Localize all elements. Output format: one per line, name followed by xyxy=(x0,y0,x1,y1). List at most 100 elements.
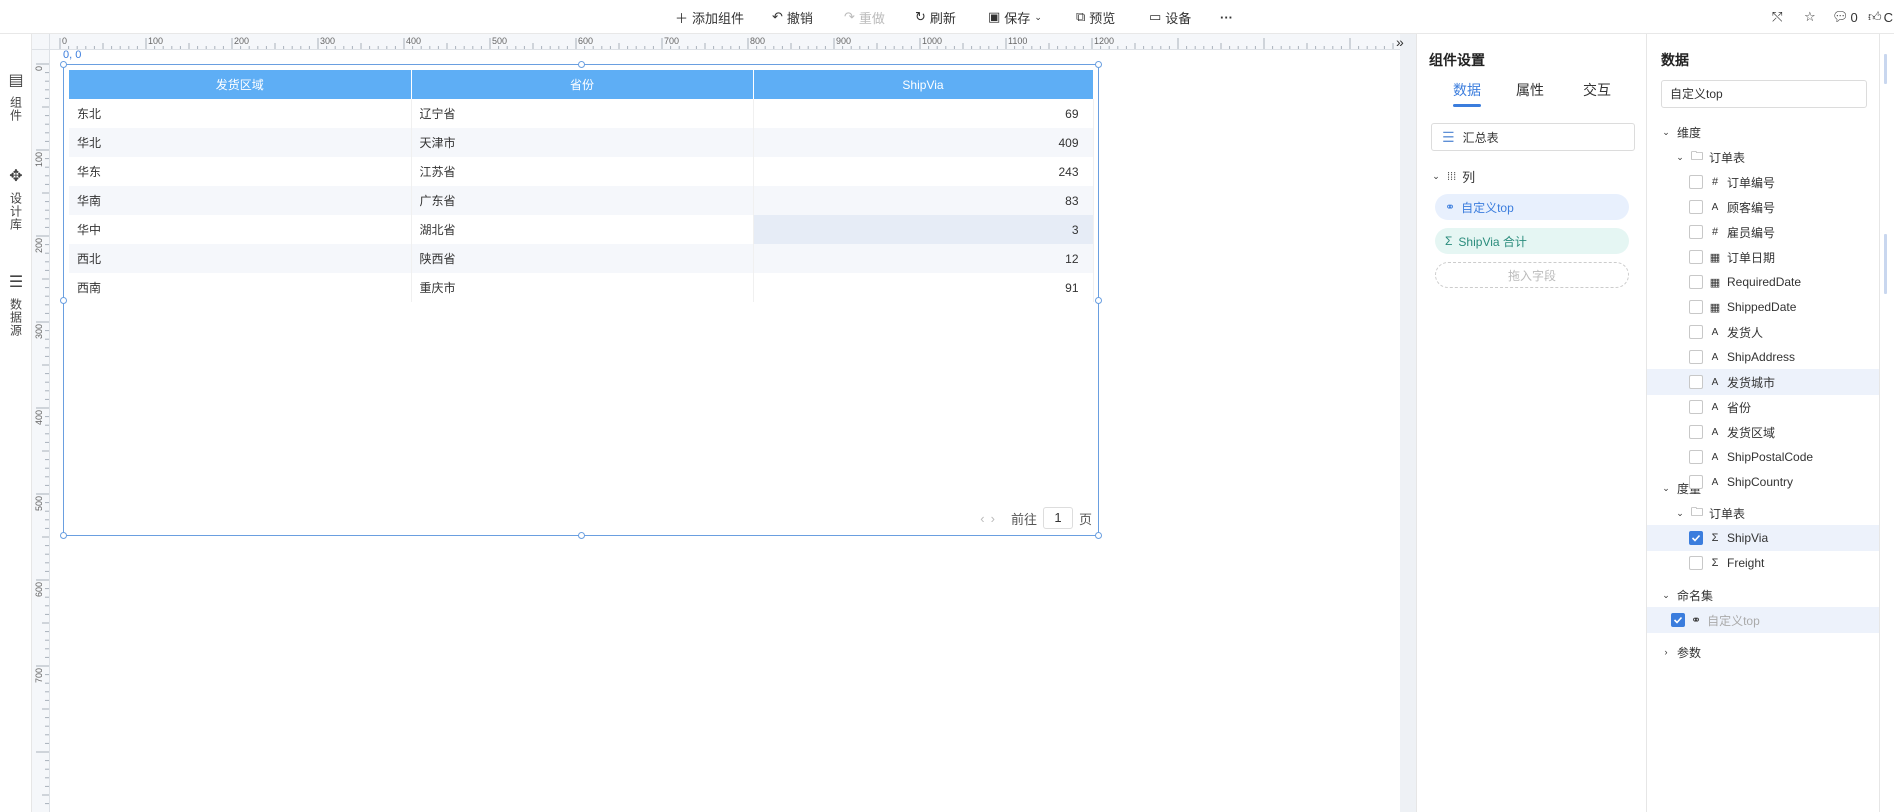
dimension-field[interactable]: ▦ ShippedDate xyxy=(1647,294,1879,320)
dimension-field[interactable]: A 省份 xyxy=(1647,394,1879,420)
col-header-shipvia[interactable]: ShipVia xyxy=(753,70,1094,99)
field-pill-shipvia-sum[interactable]: Σ ShipVia 合计 xyxy=(1435,228,1629,254)
cell-province[interactable]: 天津市 xyxy=(411,128,754,157)
measure-table-node[interactable]: ⌄ 🗀︎ 订单表 xyxy=(1647,500,1879,526)
chart-type-select[interactable]: ☰ 汇总表 xyxy=(1431,123,1635,151)
dimension-field[interactable]: # 雇员编号 xyxy=(1647,219,1879,245)
resize-handle-n[interactable] xyxy=(578,61,585,68)
dimension-field[interactable]: A 发货城市 xyxy=(1647,369,1879,395)
checkbox[interactable] xyxy=(1689,425,1703,439)
resize-handle-nw[interactable] xyxy=(60,61,67,68)
cell-shipvia[interactable]: 83 xyxy=(753,186,1094,215)
edge-tab-marker[interactable] xyxy=(1884,54,1887,84)
cell-shipvia[interactable]: 409 xyxy=(753,128,1094,157)
cell-region[interactable]: 西北 xyxy=(69,244,412,273)
edge-tab-marker[interactable] xyxy=(1884,234,1887,294)
dimension-field[interactable]: A ShipCountry xyxy=(1647,469,1879,495)
table-widget[interactable]: 发货区域 省份 ShipVia 东北 辽宁省 69 华北 天津市 409 华东 … xyxy=(60,61,1102,539)
dimension-section[interactable]: ⌄ 维度 xyxy=(1647,119,1879,145)
checkbox-checked[interactable] xyxy=(1671,613,1685,627)
page-number-input[interactable]: 1 xyxy=(1042,507,1073,529)
field-pill-custom-top[interactable]: ⚭ 自定义top xyxy=(1435,194,1629,220)
collapse-panel-icon[interactable]: » xyxy=(1396,34,1404,50)
params-section[interactable]: › 参数 xyxy=(1647,639,1879,665)
dimension-field[interactable]: A ShipAddress xyxy=(1647,344,1879,370)
next-page-icon[interactable]: › xyxy=(991,511,995,526)
tab-data[interactable]: 数据 xyxy=(1453,80,1481,107)
redo-button[interactable]: ↷ 重做 xyxy=(844,9,885,26)
resize-handle-w[interactable] xyxy=(60,297,67,304)
checkbox[interactable] xyxy=(1689,450,1703,464)
checkbox[interactable] xyxy=(1689,350,1703,364)
dimension-field[interactable]: ▦ RequiredDate xyxy=(1647,269,1879,295)
tab-interaction[interactable]: 交互 xyxy=(1583,80,1611,100)
cell-region[interactable]: 华中 xyxy=(69,215,412,244)
rail-design-lib[interactable]: ✥ 设计库 xyxy=(4,166,28,231)
like-button[interactable]: 👍︎ C xyxy=(1868,9,1893,25)
checkbox[interactable] xyxy=(1689,400,1703,414)
refresh-button[interactable]: ↻ 刷新 xyxy=(915,9,956,26)
dimension-table-node[interactable]: ⌄ 🗀︎ 订单表 xyxy=(1647,144,1879,170)
preview-button[interactable]: ⧉ 预览 xyxy=(1076,9,1115,26)
resize-handle-sw[interactable] xyxy=(60,532,67,539)
checkbox-checked[interactable] xyxy=(1689,531,1703,545)
dimension-field[interactable]: A ShipPostalCode xyxy=(1647,444,1879,470)
resize-handle-se[interactable] xyxy=(1095,532,1102,539)
cell-province[interactable]: 陕西省 xyxy=(411,244,754,273)
checkbox[interactable] xyxy=(1689,325,1703,339)
cell-province[interactable]: 广东省 xyxy=(411,186,754,215)
checkbox[interactable] xyxy=(1689,225,1703,239)
dimension-field[interactable]: ▦ 订单日期 xyxy=(1647,244,1879,270)
named-set-section[interactable]: ⌄ 命名集 xyxy=(1647,582,1879,608)
resize-handle-e[interactable] xyxy=(1095,297,1102,304)
cell-shipvia[interactable]: 3 xyxy=(753,215,1094,244)
cell-region[interactable]: 东北 xyxy=(69,99,412,128)
cell-shipvia[interactable]: 243 xyxy=(753,157,1094,186)
add-component-button[interactable]: ＋添加组件 xyxy=(675,9,744,26)
drop-field-zone[interactable]: 拖入字段 xyxy=(1435,262,1629,288)
dimension-field[interactable]: A 顾客编号 xyxy=(1647,194,1879,220)
cell-shipvia[interactable]: 91 xyxy=(753,273,1094,302)
tab-properties[interactable]: 属性 xyxy=(1516,80,1544,100)
measure-field-shipvia[interactable]: Σ ShipVia xyxy=(1647,525,1879,551)
star-icon[interactable]: ☆ xyxy=(1804,9,1816,25)
checkbox[interactable] xyxy=(1689,250,1703,264)
device-button[interactable]: ▭ 设备 xyxy=(1149,9,1191,26)
cell-province[interactable]: 辽宁省 xyxy=(411,99,754,128)
checkbox[interactable] xyxy=(1689,300,1703,314)
comment-button[interactable]: 💬︎ 0 xyxy=(1832,9,1858,25)
col-header-province[interactable]: 省份 xyxy=(411,70,754,99)
checkbox[interactable] xyxy=(1689,175,1703,189)
checkbox[interactable] xyxy=(1689,200,1703,214)
rail-data-source[interactable]: ☰ 数据源 xyxy=(4,272,28,337)
dimension-field[interactable]: A 发货人 xyxy=(1647,319,1879,345)
more-button[interactable]: ··· xyxy=(1220,9,1233,25)
rail-components[interactable]: ▤ 组件 xyxy=(4,70,28,122)
undo-button[interactable]: ↶ 撤销 xyxy=(772,9,813,26)
checkbox[interactable] xyxy=(1689,556,1703,570)
measure-field-freight[interactable]: Σ Freight xyxy=(1647,550,1879,576)
resize-handle-ne[interactable] xyxy=(1095,61,1102,68)
named-set-item[interactable]: ⚭ 自定义top xyxy=(1647,607,1879,633)
cell-region[interactable]: 西南 xyxy=(69,273,412,302)
cell-shipvia[interactable]: 69 xyxy=(753,99,1094,128)
cell-province[interactable]: 湖北省 xyxy=(411,215,754,244)
cell-shipvia[interactable]: 12 xyxy=(753,244,1094,273)
cell-region[interactable]: 华南 xyxy=(69,186,412,215)
cell-province[interactable]: 江苏省 xyxy=(411,157,754,186)
prev-page-icon[interactable]: ‹ xyxy=(980,511,984,526)
dimension-field[interactable]: # 订单编号 xyxy=(1647,169,1879,195)
col-header-region[interactable]: 发货区域 xyxy=(69,70,412,99)
cell-region[interactable]: 华东 xyxy=(69,157,412,186)
cell-province[interactable]: 重庆市 xyxy=(411,273,754,302)
checkbox[interactable] xyxy=(1689,275,1703,289)
dimension-field[interactable]: A 发货区域 xyxy=(1647,419,1879,445)
columns-section[interactable]: ⌄ ⁞⁞⁞ 列 xyxy=(1431,167,1475,186)
checkbox[interactable] xyxy=(1689,375,1703,389)
save-button[interactable]: ▣ 保存 ⌄ xyxy=(988,9,1042,26)
share-icon[interactable]: ⤲ xyxy=(1772,9,1782,25)
checkbox[interactable] xyxy=(1689,475,1703,489)
resize-handle-s[interactable] xyxy=(578,532,585,539)
field-search-input[interactable]: 自定义top xyxy=(1661,80,1867,108)
cell-region[interactable]: 华北 xyxy=(69,128,412,157)
